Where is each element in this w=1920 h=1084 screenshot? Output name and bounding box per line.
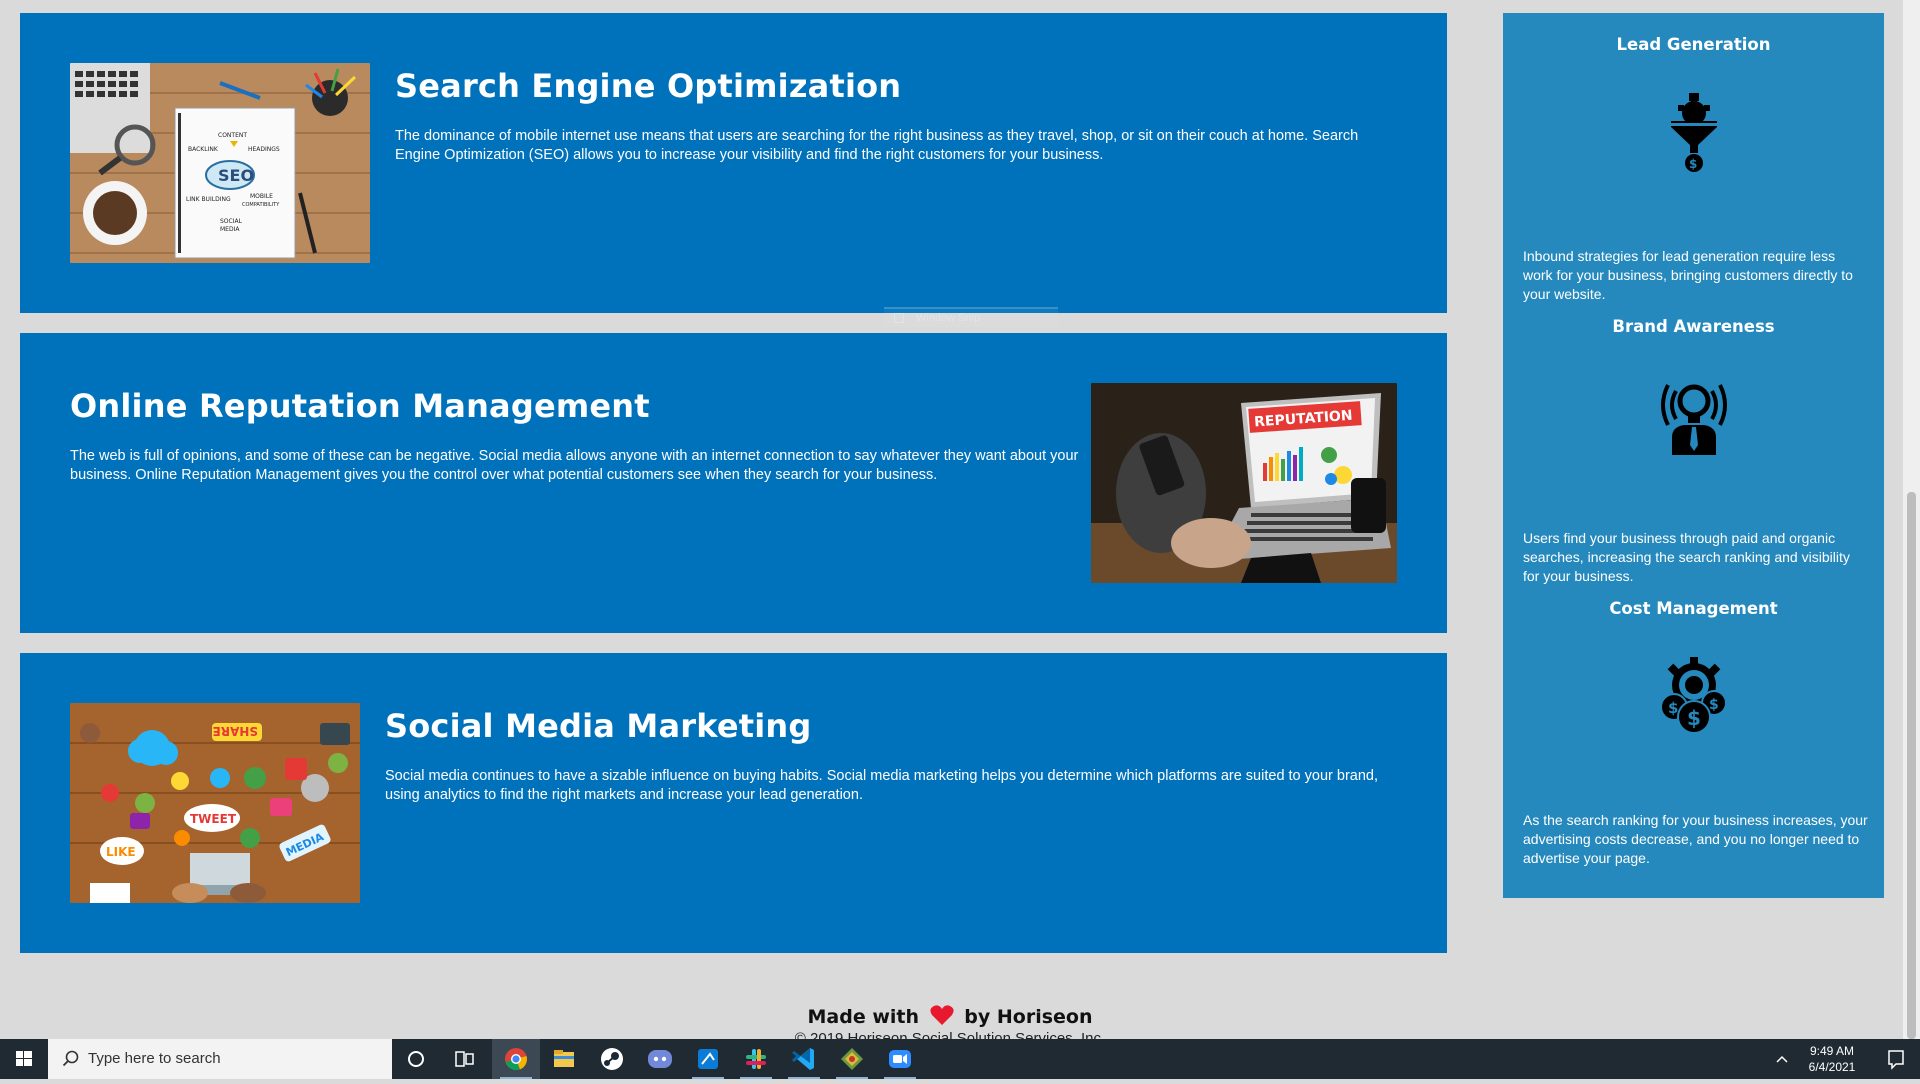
- windows-taskbar: Type here to search 9:49 AM 6/4/2021: [0, 1039, 1920, 1079]
- funnel-dollar-icon: $: [1658, 93, 1730, 173]
- benefits-sidebar: Lead Generation $ Inbound strategies for…: [1503, 13, 1884, 898]
- service-body: Social media continues to have a sizable…: [385, 768, 1379, 803]
- window-snip-toast[interactable]: Window Snip: [884, 307, 1058, 327]
- service-card-social-media: SHARE TWEET LIKE MEDIA Social Media Mark…: [20, 653, 1447, 953]
- svg-text:TWEET: TWEET: [190, 812, 237, 826]
- service-body: The dominance of mobile internet use mea…: [395, 128, 1359, 163]
- benefit-body: Users find your business through paid an…: [1523, 530, 1850, 584]
- service-title: Search Engine Optimization: [395, 67, 902, 105]
- slack-icon[interactable]: [732, 1039, 780, 1079]
- taskbar-clock[interactable]: 9:49 AM 6/4/2021: [1792, 1043, 1872, 1075]
- clock-time: 9:49 AM: [1809, 1044, 1855, 1058]
- gear-coins-icon: $ $ $: [1658, 657, 1730, 737]
- zoom-icon[interactable]: [876, 1039, 924, 1079]
- search-icon: [62, 1050, 79, 1067]
- seo-image-text: SEO: [218, 166, 254, 185]
- benefit-title: Cost Management: [1609, 599, 1778, 618]
- lightbulb-person-icon: [1658, 375, 1730, 455]
- svg-text:$: $: [1687, 706, 1701, 730]
- discord-icon[interactable]: [636, 1039, 684, 1079]
- start-button[interactable]: [0, 1039, 48, 1079]
- svg-text:MEDIA: MEDIA: [220, 226, 240, 233]
- file-explorer-icon[interactable]: [540, 1039, 588, 1079]
- svg-text:LINK BUILDING: LINK BUILDING: [186, 196, 231, 203]
- page-scrollbar[interactable]: [1903, 0, 1920, 1039]
- windows-logo-icon: [16, 1051, 32, 1066]
- steam-icon[interactable]: [588, 1039, 636, 1079]
- benefit-title: Brand Awareness: [1612, 317, 1775, 336]
- benefit-cost-management: Cost Management $ $ $ As the search rank…: [1503, 599, 1884, 866]
- taskbar-search-box[interactable]: Type here to search: [48, 1039, 392, 1079]
- task-view-icon[interactable]: [440, 1039, 488, 1079]
- svg-text:HEADINGS: HEADINGS: [248, 146, 280, 153]
- gitkraken-icon[interactable]: [828, 1039, 876, 1079]
- heart-icon: [930, 1004, 954, 1031]
- seo-image: SEO CONTENT BACKLINK HEADINGS LINK BUILD…: [70, 63, 370, 263]
- svg-text:$: $: [1709, 697, 1719, 713]
- search-placeholder: Type here to search: [88, 1050, 221, 1067]
- show-hidden-icons-chevron-icon[interactable]: [1776, 1039, 1788, 1079]
- benefit-lead-generation: Lead Generation $ Inbound strategies for…: [1503, 35, 1884, 302]
- chrome-icon[interactable]: [492, 1039, 540, 1079]
- svg-text:$: $: [1668, 699, 1678, 717]
- browser-viewport: SEO CONTENT BACKLINK HEADINGS LINK BUILD…: [0, 0, 1920, 1039]
- scrollbar-thumb[interactable]: [1907, 492, 1916, 1039]
- svg-text:COMPATIBILITY: COMPATIBILITY: [242, 202, 280, 208]
- benefit-body: As the search ranking for your business …: [1523, 812, 1868, 866]
- service-title: Social Media Marketing: [385, 707, 812, 745]
- svg-text:$: $: [1689, 157, 1697, 171]
- benefit-title: Lead Generation: [1616, 35, 1771, 54]
- service-title: Online Reputation Management: [70, 387, 650, 425]
- azure-data-studio-icon[interactable]: [684, 1039, 732, 1079]
- snip-icon: [894, 313, 904, 323]
- benefit-brand-awareness: Brand Awareness Users find your business…: [1503, 317, 1884, 584]
- svg-text:SHARE: SHARE: [213, 724, 258, 738]
- action-center-icon[interactable]: [1872, 1039, 1920, 1079]
- footer-copyright: © 2019 Horiseon Social Solution Services…: [794, 1030, 1106, 1039]
- svg-text:MOBILE: MOBILE: [250, 193, 273, 200]
- svg-text:CONTENT: CONTENT: [218, 132, 247, 139]
- svg-text:LIKE: LIKE: [106, 845, 136, 859]
- svg-text:SOCIAL: SOCIAL: [220, 218, 243, 225]
- reputation-image: REPUTATION: [1091, 383, 1397, 583]
- service-card-reputation: Online Reputation Management The web is …: [20, 333, 1447, 633]
- vscode-icon[interactable]: [780, 1039, 828, 1079]
- service-card-seo: SEO CONTENT BACKLINK HEADINGS LINK BUILD…: [20, 13, 1447, 313]
- clock-date: 6/4/2021: [1808, 1060, 1856, 1074]
- svg-text:BACKLINK: BACKLINK: [188, 146, 219, 153]
- benefit-body: Inbound strategies for lead generation r…: [1523, 248, 1853, 302]
- footer-made-with: Made with by Horiseon: [0, 1004, 1900, 1031]
- social-media-image: SHARE TWEET LIKE MEDIA: [70, 703, 360, 903]
- cortana-icon[interactable]: [392, 1039, 440, 1079]
- service-body: The web is full of opinions, and some of…: [70, 448, 1079, 483]
